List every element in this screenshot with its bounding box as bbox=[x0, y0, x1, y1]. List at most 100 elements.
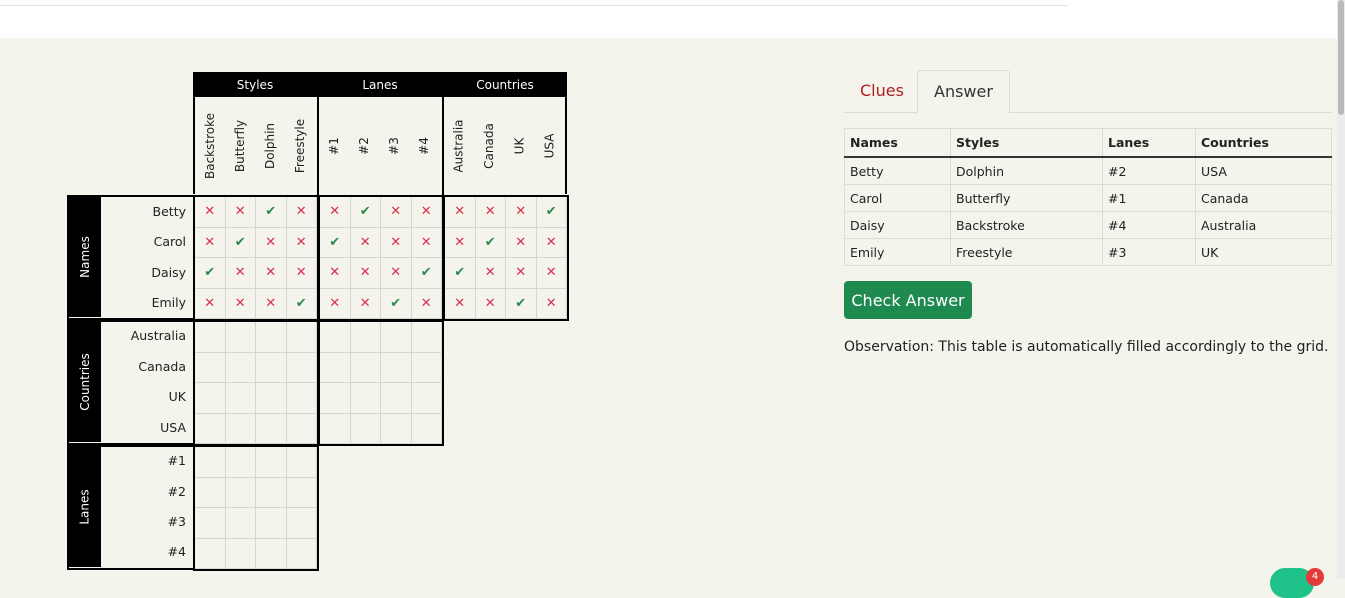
grid-cell[interactable] bbox=[320, 322, 351, 353]
grid-cell[interactable] bbox=[256, 538, 287, 569]
grid-cell[interactable] bbox=[256, 508, 287, 539]
grid-cell[interactable] bbox=[411, 352, 442, 383]
grid-cell[interactable] bbox=[286, 447, 317, 478]
cross-mark-icon[interactable]: ✕ bbox=[445, 227, 476, 258]
grid-cell[interactable] bbox=[411, 413, 442, 444]
grid-cell[interactable] bbox=[195, 413, 226, 444]
cross-mark-icon[interactable]: ✕ bbox=[195, 197, 226, 228]
grid-cell[interactable] bbox=[286, 322, 317, 353]
cross-mark-icon[interactable]: ✕ bbox=[411, 227, 442, 258]
cross-mark-icon[interactable]: ✕ bbox=[475, 288, 506, 319]
cross-mark-icon[interactable]: ✕ bbox=[381, 227, 412, 258]
scrollbar[interactable] bbox=[1337, 0, 1345, 579]
grid-cell[interactable] bbox=[381, 383, 412, 414]
cross-mark-icon[interactable]: ✕ bbox=[350, 258, 381, 289]
cross-mark-icon[interactable]: ✕ bbox=[411, 197, 442, 228]
grid-cell[interactable] bbox=[411, 322, 442, 353]
grid-cell[interactable] bbox=[381, 413, 412, 444]
grid-cell[interactable] bbox=[320, 413, 351, 444]
cross-mark-icon[interactable]: ✕ bbox=[225, 258, 256, 289]
grid-cell[interactable] bbox=[256, 352, 287, 383]
cross-mark-icon[interactable]: ✕ bbox=[445, 197, 476, 228]
cross-mark-icon[interactable]: ✕ bbox=[506, 197, 537, 228]
grid-cell[interactable] bbox=[195, 383, 226, 414]
check-mark-icon[interactable]: ✔ bbox=[475, 227, 506, 258]
grid-cell[interactable] bbox=[256, 413, 287, 444]
cross-mark-icon[interactable]: ✕ bbox=[381, 197, 412, 228]
grid-cell[interactable] bbox=[350, 383, 381, 414]
grid-cell[interactable] bbox=[320, 383, 351, 414]
grid-cell[interactable] bbox=[256, 477, 287, 508]
grid-cell[interactable] bbox=[195, 508, 226, 539]
cross-mark-icon[interactable]: ✕ bbox=[195, 288, 226, 319]
grid-cell[interactable] bbox=[225, 447, 256, 478]
grid-cell[interactable] bbox=[225, 383, 256, 414]
grid-cell[interactable] bbox=[286, 413, 317, 444]
grid-cell[interactable] bbox=[225, 413, 256, 444]
grid-cell[interactable] bbox=[381, 352, 412, 383]
cross-mark-icon[interactable]: ✕ bbox=[411, 288, 442, 319]
cross-mark-icon[interactable]: ✕ bbox=[320, 197, 351, 228]
cross-mark-icon[interactable]: ✕ bbox=[445, 288, 476, 319]
grid-cell[interactable] bbox=[381, 322, 412, 353]
cross-mark-icon[interactable]: ✕ bbox=[475, 197, 506, 228]
check-mark-icon[interactable]: ✔ bbox=[320, 227, 351, 258]
grid-cell[interactable] bbox=[286, 538, 317, 569]
grid-cell[interactable] bbox=[225, 322, 256, 353]
cross-mark-icon[interactable]: ✕ bbox=[256, 258, 287, 289]
grid-cell[interactable] bbox=[350, 322, 381, 353]
grid-cell[interactable] bbox=[286, 352, 317, 383]
check-mark-icon[interactable]: ✔ bbox=[381, 288, 412, 319]
grid-cell[interactable] bbox=[256, 447, 287, 478]
cross-mark-icon[interactable]: ✕ bbox=[475, 258, 506, 289]
cross-mark-icon[interactable]: ✕ bbox=[225, 288, 256, 319]
check-mark-icon[interactable]: ✔ bbox=[536, 197, 567, 228]
cross-mark-icon[interactable]: ✕ bbox=[320, 288, 351, 319]
cross-mark-icon[interactable]: ✕ bbox=[286, 227, 317, 258]
check-mark-icon[interactable]: ✔ bbox=[350, 197, 381, 228]
grid-cell[interactable] bbox=[256, 383, 287, 414]
grid-cell[interactable] bbox=[350, 352, 381, 383]
check-mark-icon[interactable]: ✔ bbox=[286, 288, 317, 319]
check-answer-button[interactable]: Check Answer bbox=[844, 281, 972, 319]
grid-cell[interactable] bbox=[286, 383, 317, 414]
grid-cell[interactable] bbox=[286, 508, 317, 539]
cross-mark-icon[interactable]: ✕ bbox=[195, 227, 226, 258]
check-mark-icon[interactable]: ✔ bbox=[411, 258, 442, 289]
cross-mark-icon[interactable]: ✕ bbox=[536, 288, 567, 319]
grid-cell[interactable] bbox=[195, 322, 226, 353]
cross-mark-icon[interactable]: ✕ bbox=[320, 258, 351, 289]
cross-mark-icon[interactable]: ✕ bbox=[225, 197, 256, 228]
cross-mark-icon[interactable]: ✕ bbox=[350, 288, 381, 319]
cross-mark-icon[interactable]: ✕ bbox=[506, 258, 537, 289]
grid-cell[interactable] bbox=[320, 352, 351, 383]
tab-answer[interactable]: Answer bbox=[917, 70, 1010, 114]
cross-mark-icon[interactable]: ✕ bbox=[536, 258, 567, 289]
grid-cell[interactable] bbox=[256, 322, 287, 353]
grid-cell[interactable] bbox=[225, 508, 256, 539]
cross-mark-icon[interactable]: ✕ bbox=[506, 227, 537, 258]
grid-cell[interactable] bbox=[350, 413, 381, 444]
check-mark-icon[interactable]: ✔ bbox=[256, 197, 287, 228]
grid-cell[interactable] bbox=[225, 477, 256, 508]
cross-mark-icon[interactable]: ✕ bbox=[256, 227, 287, 258]
cross-mark-icon[interactable]: ✕ bbox=[350, 227, 381, 258]
check-mark-icon[interactable]: ✔ bbox=[506, 288, 537, 319]
check-mark-icon[interactable]: ✔ bbox=[195, 258, 226, 289]
cross-mark-icon[interactable]: ✕ bbox=[381, 258, 412, 289]
cross-mark-icon[interactable]: ✕ bbox=[256, 288, 287, 319]
cross-mark-icon[interactable]: ✕ bbox=[286, 197, 317, 228]
cross-mark-icon[interactable]: ✕ bbox=[536, 227, 567, 258]
check-mark-icon[interactable]: ✔ bbox=[445, 258, 476, 289]
grid-cell[interactable] bbox=[195, 447, 226, 478]
check-mark-icon[interactable]: ✔ bbox=[225, 227, 256, 258]
tab-clues[interactable]: Clues bbox=[844, 70, 920, 112]
grid-cell[interactable] bbox=[286, 477, 317, 508]
scrollbar-thumb[interactable] bbox=[1338, 0, 1344, 115]
grid-cell[interactable] bbox=[195, 477, 226, 508]
cross-mark-icon[interactable]: ✕ bbox=[286, 258, 317, 289]
grid-cell[interactable] bbox=[225, 538, 256, 569]
grid-cell[interactable] bbox=[411, 383, 442, 414]
grid-cell[interactable] bbox=[195, 538, 226, 569]
grid-cell[interactable] bbox=[195, 352, 226, 383]
